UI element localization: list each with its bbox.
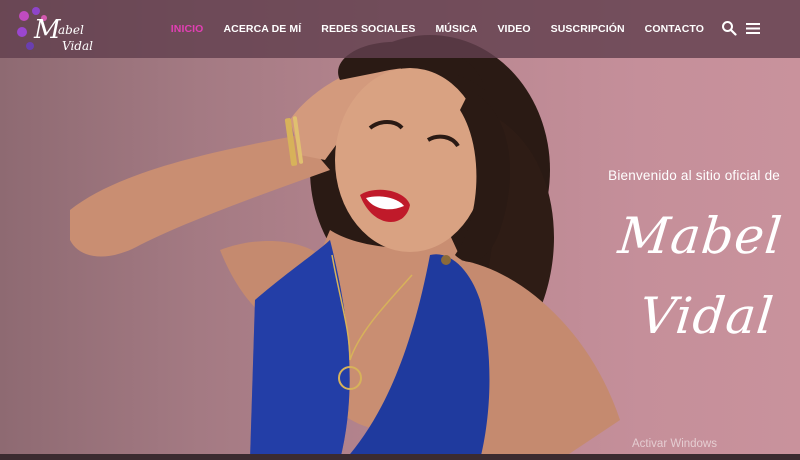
search-icon[interactable] xyxy=(721,20,737,36)
top-navigation-bar: M abel Vidal INICIO ACERCA DE MÍ REDES S… xyxy=(0,0,800,58)
hero-title-name: Mabel Vidal xyxy=(615,207,786,345)
nav-item-redes-sociales[interactable]: REDES SOCIALES xyxy=(311,23,425,35)
svg-text:Vidal: Vidal xyxy=(62,39,93,53)
nav-item-video[interactable]: VIDEO xyxy=(487,23,540,35)
nav-item-suscripcion[interactable]: SUSCRIPCIÓN xyxy=(541,23,635,35)
bottom-strip xyxy=(0,454,800,460)
nav-item-contacto[interactable]: CONTACTO xyxy=(635,23,714,35)
hamburger-menu-icon[interactable] xyxy=(745,20,761,36)
mabel-vidal-logo[interactable]: M abel Vidal xyxy=(14,4,106,56)
nav-item-musica[interactable]: MÚSICA xyxy=(425,23,487,35)
welcome-text: Bienvenido al sitio oficial de xyxy=(608,168,780,183)
svg-text:abel: abel xyxy=(58,23,84,37)
windows-activation-watermark: Activar Windows xyxy=(632,438,717,450)
nav-item-inicio[interactable]: INICIO xyxy=(161,23,214,35)
main-menu: INICIO ACERCA DE MÍ REDES SOCIALES MÚSIC… xyxy=(161,0,714,58)
nav-item-acerca-de-mi[interactable]: ACERCA DE MÍ xyxy=(213,23,311,35)
